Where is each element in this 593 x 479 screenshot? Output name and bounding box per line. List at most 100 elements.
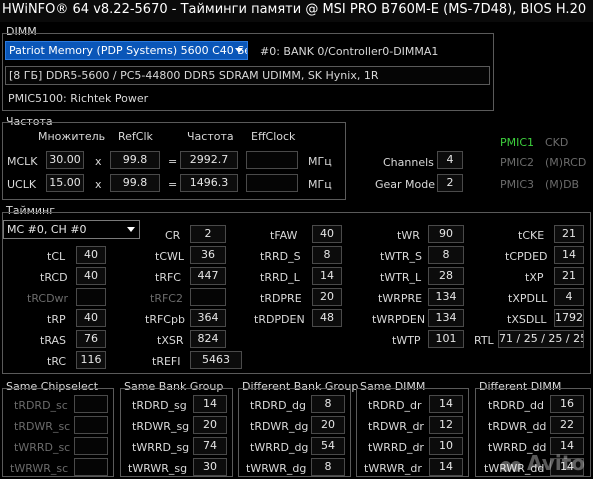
trfcpb-label: tRFCpb bbox=[145, 313, 185, 326]
trdwr-sc-label: tRDWR_sc bbox=[14, 420, 71, 433]
tcwl-value: 36 bbox=[190, 246, 226, 264]
twrwr-dr-value: 14 bbox=[429, 458, 463, 476]
chevron-down-icon bbox=[127, 227, 135, 232]
pmic1-label: PMIC1 bbox=[500, 136, 535, 149]
twrrd-sg-label: tWRRD_sg bbox=[132, 441, 190, 454]
twtp-label: tWTP bbox=[392, 334, 421, 347]
twr-label: tWR bbox=[397, 229, 420, 242]
trdpre-label: tRDPRE bbox=[260, 292, 302, 305]
twtr-s-label: tWTR_S bbox=[380, 250, 423, 263]
uclk-effclock bbox=[246, 174, 298, 192]
freq-header-mult: Множитель bbox=[38, 130, 106, 143]
txsdll-label: tXSDLL bbox=[507, 313, 547, 326]
channels-label: Channels bbox=[383, 156, 434, 169]
tras-value: 76 bbox=[76, 330, 106, 348]
twtr-s-value: 8 bbox=[428, 246, 464, 264]
trdpden-label: tRDPDEN bbox=[254, 313, 305, 326]
txpdll-label: tXPDLL bbox=[508, 292, 548, 305]
trdwr-dg-label: tRDWR_dg bbox=[250, 420, 309, 433]
cr-label: CR bbox=[165, 229, 181, 242]
tcl-value: 40 bbox=[76, 246, 106, 264]
twrrd-sg-value: 74 bbox=[193, 437, 227, 455]
trcd-value: 40 bbox=[76, 267, 106, 285]
trfc-value: 447 bbox=[190, 267, 226, 285]
trrd-l-value: 14 bbox=[312, 267, 342, 285]
trdwr-dr-label: tRDWR_dr bbox=[368, 420, 424, 433]
trdrd-sc-label: tRDRD_sc bbox=[14, 399, 68, 412]
trdrd-sg-value: 14 bbox=[193, 395, 227, 413]
pmic3-value: (M)DB bbox=[545, 178, 580, 191]
trdwr-dg-value: 20 bbox=[311, 416, 345, 434]
watermark-dots-icon: ●● bbox=[499, 458, 522, 474]
pmic1-value: CKD bbox=[545, 136, 569, 149]
trdwr-sc-value bbox=[74, 416, 108, 434]
twrwr-dg-value: 8 bbox=[311, 458, 345, 476]
trdrd-dr-label: tRDRD_dr bbox=[368, 399, 422, 412]
pmic2-value: (M)RCD bbox=[545, 156, 587, 169]
twrrd-sc-label: tWRRD_sc bbox=[14, 441, 71, 454]
txsr-label: tXSR bbox=[157, 334, 184, 347]
pmic-info: PMIC5100: Richtek Power bbox=[8, 92, 149, 105]
module-select[interactable]: Patriot Memory (PDP Systems) 5600 C40 Se… bbox=[5, 41, 248, 60]
trdrd-dr-value: 14 bbox=[429, 395, 463, 413]
twtr-l-label: tWTR_L bbox=[380, 271, 422, 284]
mclk-freq: 2992.7 bbox=[180, 151, 238, 169]
watermark-text: Avito bbox=[527, 451, 585, 475]
rtl-value: 71 / 25 / 25 / 25 bbox=[498, 330, 584, 348]
trdrd-dg-value: 8 bbox=[311, 395, 345, 413]
trc-value: 116 bbox=[76, 351, 106, 369]
window-title: HWiNFO® 64 v8.22-5670 - Тайминги памяти … bbox=[0, 0, 593, 22]
trdpden-value: 48 bbox=[312, 309, 342, 327]
trdrd-dg-label: tRDRD_dg bbox=[250, 399, 307, 412]
channels-value: 4 bbox=[437, 151, 463, 169]
txp-label: tXP bbox=[525, 271, 544, 284]
mc-channel-select[interactable]: MC #0, CH #0 bbox=[3, 220, 140, 239]
pmic2-label: PMIC2 bbox=[500, 156, 535, 169]
tras-label: tRAS bbox=[40, 334, 67, 347]
twrpre-label: tWRPRE bbox=[378, 292, 423, 305]
mclk-unit: МГц bbox=[308, 155, 332, 168]
freq-header-effclock: EffClock bbox=[251, 130, 296, 143]
trdrd-sg-label: tRDRD_sg bbox=[132, 399, 187, 412]
mclk-mult: 30.00 bbox=[46, 151, 84, 169]
mclk-eq: = bbox=[168, 155, 178, 168]
mclk-refclk: 99.8 bbox=[110, 151, 160, 169]
txsdll-value: 1792 bbox=[554, 309, 584, 327]
trefi-label: tREFI bbox=[152, 355, 181, 368]
trefi-value: 5463 bbox=[190, 351, 242, 369]
twrrd-dg-value: 54 bbox=[311, 437, 345, 455]
uclk-freq: 1496.3 bbox=[180, 174, 238, 192]
dimm-slot: #0: BANK 0/Controller0-DIMMA1 bbox=[260, 45, 439, 58]
mclk-effclock bbox=[246, 151, 298, 169]
twrwr-dr-label: tWRWR_dr bbox=[364, 462, 422, 475]
tcl-label: tCL bbox=[47, 250, 66, 263]
trcd-label: tRCD bbox=[40, 271, 68, 284]
twrwr-sg-label: tWRWR_sg bbox=[128, 462, 188, 475]
tcke-value: 21 bbox=[554, 225, 584, 243]
uclk-label: UCLK bbox=[7, 178, 37, 191]
gearmode-value: 2 bbox=[437, 174, 463, 192]
mclk-label: MCLK bbox=[7, 155, 38, 168]
uclk-eq: = bbox=[168, 178, 178, 191]
trp-value: 40 bbox=[76, 309, 106, 327]
tfaw-label: tFAW bbox=[270, 229, 298, 242]
uclk-x: x bbox=[95, 178, 102, 191]
uclk-mult: 15.00 bbox=[46, 174, 84, 192]
tcpded-value: 14 bbox=[554, 246, 584, 264]
tfaw-value: 40 bbox=[312, 225, 342, 243]
trrd-l-label: tRRD_L bbox=[260, 271, 300, 284]
trdpre-value: 20 bbox=[312, 288, 342, 306]
dimm-description: [8 ГБ] DDR5-5600 / PC5-44800 DDR5 SDRAM … bbox=[5, 66, 490, 85]
tcke-label: tCKE bbox=[518, 229, 545, 242]
trrd-s-value: 8 bbox=[312, 246, 342, 264]
txp-value: 21 bbox=[554, 267, 584, 285]
module-select-value: Patriot Memory (PDP Systems) 5600 C40 Se… bbox=[9, 44, 248, 57]
pmic3-label: PMIC3 bbox=[500, 178, 535, 191]
twrrd-dr-label: tWRRD_dr bbox=[368, 441, 424, 454]
trfc2-label: tRFC2 bbox=[150, 292, 183, 305]
twrwr-dg-label: tWRWR_dg bbox=[246, 462, 307, 475]
watermark: ●● Avito bbox=[500, 451, 585, 475]
trdrd-sc-value bbox=[74, 395, 108, 413]
gearmode-label: Gear Mode bbox=[375, 178, 436, 191]
freq-header-refclk: RefClk bbox=[118, 130, 153, 143]
